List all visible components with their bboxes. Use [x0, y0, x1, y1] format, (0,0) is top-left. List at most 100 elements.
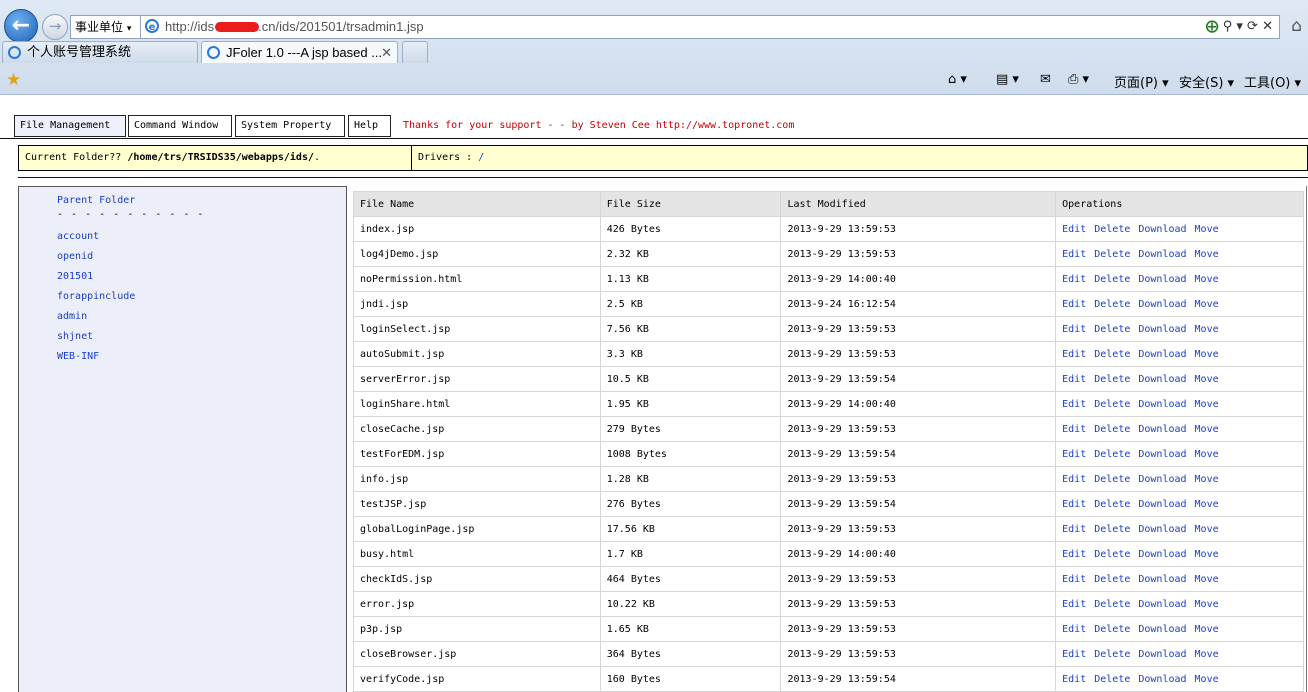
folder-link-openid[interactable]: openid: [57, 249, 135, 269]
download-link[interactable]: Download: [1138, 474, 1186, 485]
mail-icon[interactable]: ✉: [1040, 72, 1051, 87]
rss-feed-icon[interactable]: ▤ ▾: [996, 72, 1019, 87]
tab-account-system[interactable]: 个人账号管理系统: [2, 41, 198, 63]
file-name-cell[interactable]: jndi.jsp: [353, 291, 601, 317]
edit-link[interactable]: Edit: [1062, 249, 1086, 260]
folder-link-forappinclude[interactable]: forappinclude: [57, 289, 135, 309]
move-link[interactable]: Move: [1195, 674, 1219, 685]
delete-link[interactable]: Delete: [1094, 224, 1130, 235]
move-link[interactable]: Move: [1195, 399, 1219, 410]
delete-link[interactable]: Delete: [1094, 524, 1130, 535]
safety-menu[interactable]: 安全(S) ▾: [1179, 72, 1234, 91]
system-property-button[interactable]: System Property: [235, 115, 345, 137]
forward-button[interactable]: →: [42, 14, 68, 40]
file-management-button[interactable]: File Management: [14, 115, 126, 137]
move-link[interactable]: Move: [1195, 649, 1219, 660]
parent-folder-link[interactable]: Parent Folder: [57, 195, 135, 206]
download-link[interactable]: Download: [1138, 574, 1186, 585]
file-name-cell[interactable]: testForEDM.jsp: [353, 441, 601, 467]
edit-link[interactable]: Edit: [1062, 299, 1086, 310]
delete-link[interactable]: Delete: [1094, 274, 1130, 285]
delete-link[interactable]: Delete: [1094, 624, 1130, 635]
column-header-file-name[interactable]: File Name: [353, 191, 601, 217]
edit-link[interactable]: Edit: [1062, 224, 1086, 235]
folder-link-admin[interactable]: admin: [57, 309, 135, 329]
folder-link-web-inf[interactable]: WEB-INF: [57, 349, 135, 369]
file-name-cell[interactable]: log4jDemo.jsp: [353, 241, 601, 267]
url-text[interactable]: http://ids .cn/ids/201501/trsadmin1.jsp: [165, 16, 424, 38]
edit-link[interactable]: Edit: [1062, 399, 1086, 410]
folder-link-201501[interactable]: 201501: [57, 269, 135, 289]
download-link[interactable]: Download: [1138, 599, 1186, 610]
delete-link[interactable]: Delete: [1094, 599, 1130, 610]
page-menu[interactable]: 页面(P) ▾: [1114, 72, 1169, 91]
edit-link[interactable]: Edit: [1062, 449, 1086, 460]
column-header-file-size[interactable]: File Size: [599, 191, 782, 217]
download-link[interactable]: Download: [1138, 374, 1186, 385]
file-name-cell[interactable]: p3p.jsp: [353, 616, 601, 642]
delete-link[interactable]: Delete: [1094, 324, 1130, 335]
print-icon[interactable]: ⎙ ▾: [1068, 72, 1089, 87]
delete-link[interactable]: Delete: [1094, 549, 1130, 560]
edit-link[interactable]: Edit: [1062, 374, 1086, 385]
move-link[interactable]: Move: [1195, 249, 1219, 260]
drive-root-link[interactable]: /: [478, 152, 484, 163]
help-button[interactable]: Help: [348, 115, 391, 137]
move-link[interactable]: Move: [1195, 224, 1219, 235]
file-name-cell[interactable]: busy.html: [353, 541, 601, 567]
edit-link[interactable]: Edit: [1062, 549, 1086, 560]
download-link[interactable]: Download: [1138, 499, 1186, 510]
stop-icon[interactable]: ✕: [1262, 19, 1273, 34]
home-icon[interactable]: ⌂ ▾: [948, 72, 967, 87]
address-bar[interactable]: e http://ids .cn/ids/201501/trsadmin1.jsp…: [140, 15, 1280, 39]
move-link[interactable]: Move: [1195, 299, 1219, 310]
delete-link[interactable]: Delete: [1094, 349, 1130, 360]
move-link[interactable]: Move: [1195, 599, 1219, 610]
delete-link[interactable]: Delete: [1094, 449, 1130, 460]
download-link[interactable]: Download: [1138, 524, 1186, 535]
delete-link[interactable]: Delete: [1094, 674, 1130, 685]
edit-link[interactable]: Edit: [1062, 274, 1086, 285]
download-link[interactable]: Download: [1138, 424, 1186, 435]
address-tools[interactable]: ⨁ ⚲ ▾ ⟳ ✕: [1206, 16, 1273, 38]
download-link[interactable]: Download: [1138, 674, 1186, 685]
tools-menu[interactable]: 工具(O) ▾: [1244, 72, 1301, 91]
file-name-cell[interactable]: closeCache.jsp: [353, 416, 601, 442]
back-button[interactable]: ←: [4, 9, 38, 43]
command-window-button[interactable]: Command Window: [128, 115, 232, 137]
file-name-cell[interactable]: serverError.jsp: [353, 366, 601, 392]
edit-link[interactable]: Edit: [1062, 474, 1086, 485]
move-link[interactable]: Move: [1195, 499, 1219, 510]
file-name-cell[interactable]: verifyCode.jsp: [353, 666, 601, 692]
download-link[interactable]: Download: [1138, 349, 1186, 360]
move-link[interactable]: Move: [1195, 574, 1219, 585]
move-link[interactable]: Move: [1195, 449, 1219, 460]
move-link[interactable]: Move: [1195, 424, 1219, 435]
close-tab-icon[interactable]: ✕: [381, 42, 392, 64]
chevron-down-icon[interactable]: ▾: [1236, 19, 1243, 34]
download-link[interactable]: Download: [1138, 224, 1186, 235]
download-link[interactable]: Download: [1138, 649, 1186, 660]
download-link[interactable]: Download: [1138, 449, 1186, 460]
file-name-cell[interactable]: error.jsp: [353, 591, 601, 617]
new-tab-button[interactable]: [402, 41, 428, 63]
edit-link[interactable]: Edit: [1062, 499, 1086, 510]
delete-link[interactable]: Delete: [1094, 299, 1130, 310]
delete-link[interactable]: Delete: [1094, 399, 1130, 410]
download-link[interactable]: Download: [1138, 249, 1186, 260]
delete-link[interactable]: Delete: [1094, 424, 1130, 435]
delete-link[interactable]: Delete: [1094, 374, 1130, 385]
folder-link-account[interactable]: account: [57, 229, 135, 249]
file-name-cell[interactable]: info.jsp: [353, 466, 601, 492]
file-name-cell[interactable]: closeBrowser.jsp: [353, 641, 601, 667]
home-icon[interactable]: ⌂: [1291, 16, 1302, 36]
search-icon[interactable]: ⚲: [1223, 19, 1233, 34]
edit-link[interactable]: Edit: [1062, 674, 1086, 685]
favorites-star-icon[interactable]: ★: [6, 70, 21, 90]
file-name-cell[interactable]: testJSP.jsp: [353, 491, 601, 517]
edit-link[interactable]: Edit: [1062, 649, 1086, 660]
file-name-cell[interactable]: loginSelect.jsp: [353, 316, 601, 342]
download-link[interactable]: Download: [1138, 324, 1186, 335]
move-link[interactable]: Move: [1195, 324, 1219, 335]
move-link[interactable]: Move: [1195, 549, 1219, 560]
